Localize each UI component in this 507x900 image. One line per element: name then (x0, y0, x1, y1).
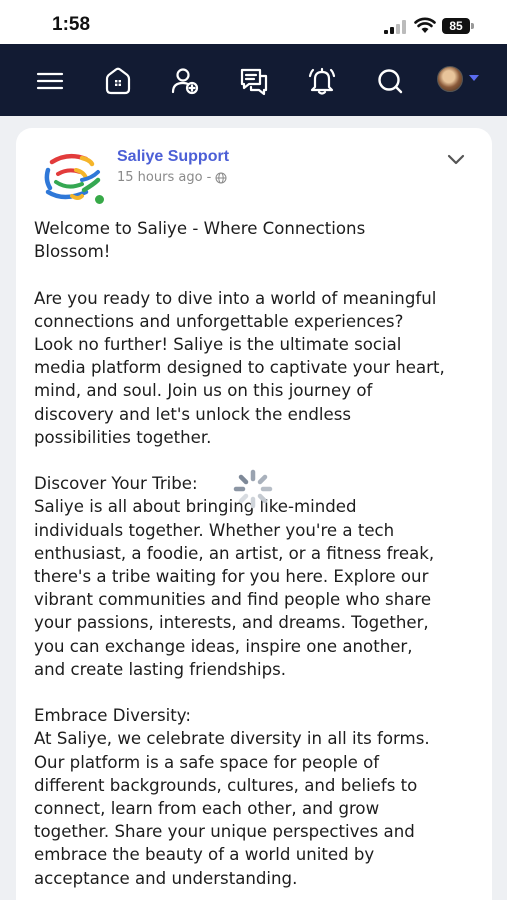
post-meta: 15 hours ago - (117, 170, 227, 185)
messages-icon[interactable] (239, 66, 269, 96)
post-text-line: enthusiast, a foodie, an artist, or a fi… (34, 543, 435, 563)
post-text-line: there's a tribe waiting for you here. Ex… (34, 567, 429, 587)
wifi-icon (414, 17, 436, 33)
notifications-icon[interactable] (307, 66, 337, 96)
status-bar: 1:58 85 (0, 0, 507, 44)
profile-menu[interactable] (437, 66, 483, 94)
post-text-line: connect, learn from each other, and grow (34, 799, 380, 819)
post-text-line: Welcome to Saliye - Where Connections (34, 219, 366, 238)
post-text-line: mind, and soul. Join us on this journey … (34, 381, 373, 401)
post-author-name[interactable]: Saliye Support (117, 148, 229, 166)
add-friend-icon[interactable] (170, 66, 200, 96)
post-text-line: vibrant communities and find people who … (34, 590, 432, 610)
post-text-line: possibilities together. (34, 427, 212, 447)
post-text-line: media platform designed to captivate you… (34, 358, 445, 378)
globe-icon (215, 172, 227, 183)
post-text-line: Look no further! Saliye is the ultimate … (34, 335, 402, 354)
post-text-line: Discover Your Tribe: (34, 474, 198, 494)
post-text-line: individuals together. Whether you're a t… (34, 520, 395, 540)
loading-spinner-icon (233, 469, 273, 509)
post-body: Welcome to Saliye - Where Connections Blo… (34, 217, 480, 900)
post-text-line: Are you ready to dive into a world of me… (34, 288, 437, 308)
home-icon[interactable] (103, 66, 133, 96)
post-text-line: discovery and let's unlock the endless (34, 404, 351, 424)
post-text-line: embrace the beauty of a world united by (34, 845, 375, 865)
post-timestamp: 15 hours ago - (117, 170, 212, 185)
post-paragraph: Embrace Diversity: At Saliye, we celebrat… (34, 704, 480, 890)
post-text-line: Blossom! (34, 242, 111, 262)
top-navigation-bar (0, 44, 507, 116)
avatar[interactable] (437, 66, 463, 92)
chevron-down-icon[interactable] (446, 152, 466, 166)
post-text-line: connections and unforgettable experience… (34, 311, 404, 331)
post-text-line: Embrace Diversity: (34, 706, 191, 726)
status-time: 1:58 (52, 14, 91, 35)
search-icon[interactable] (375, 66, 405, 96)
post-text-line: At Saliye, we celebrate diversity in all… (34, 729, 430, 749)
post-text-line: acceptance and understanding. (34, 868, 298, 888)
post-paragraph: Are you ready to dive into a world of me… (34, 287, 480, 449)
post-text-line: together. Share your unique perspectives… (34, 822, 415, 842)
post-text-line: different backgrounds, cultures, and bel… (34, 775, 418, 795)
signal-icon (384, 20, 406, 34)
online-status-indicator (94, 194, 105, 205)
post-paragraph: Welcome to Saliye - Where Connections Blo… (34, 217, 480, 263)
post-text-line: Saliye is all about bringing like-minded (34, 497, 357, 517)
post-card: Saliye Support 15 hours ago - Welcome to… (16, 128, 492, 900)
post-text-line: your passions, interests, and dreams. To… (34, 613, 429, 633)
chevron-down-icon[interactable] (469, 75, 479, 81)
post-text-line: and create lasting friendships. (34, 659, 287, 679)
post-text-line: Our platform is a safe space for people … (34, 752, 380, 772)
battery-icon: 85 (442, 18, 474, 34)
battery-level: 85 (442, 18, 470, 34)
post-text-line: you can exchange ideas, inspire one anot… (34, 636, 413, 656)
menu-icon[interactable] (35, 66, 65, 96)
